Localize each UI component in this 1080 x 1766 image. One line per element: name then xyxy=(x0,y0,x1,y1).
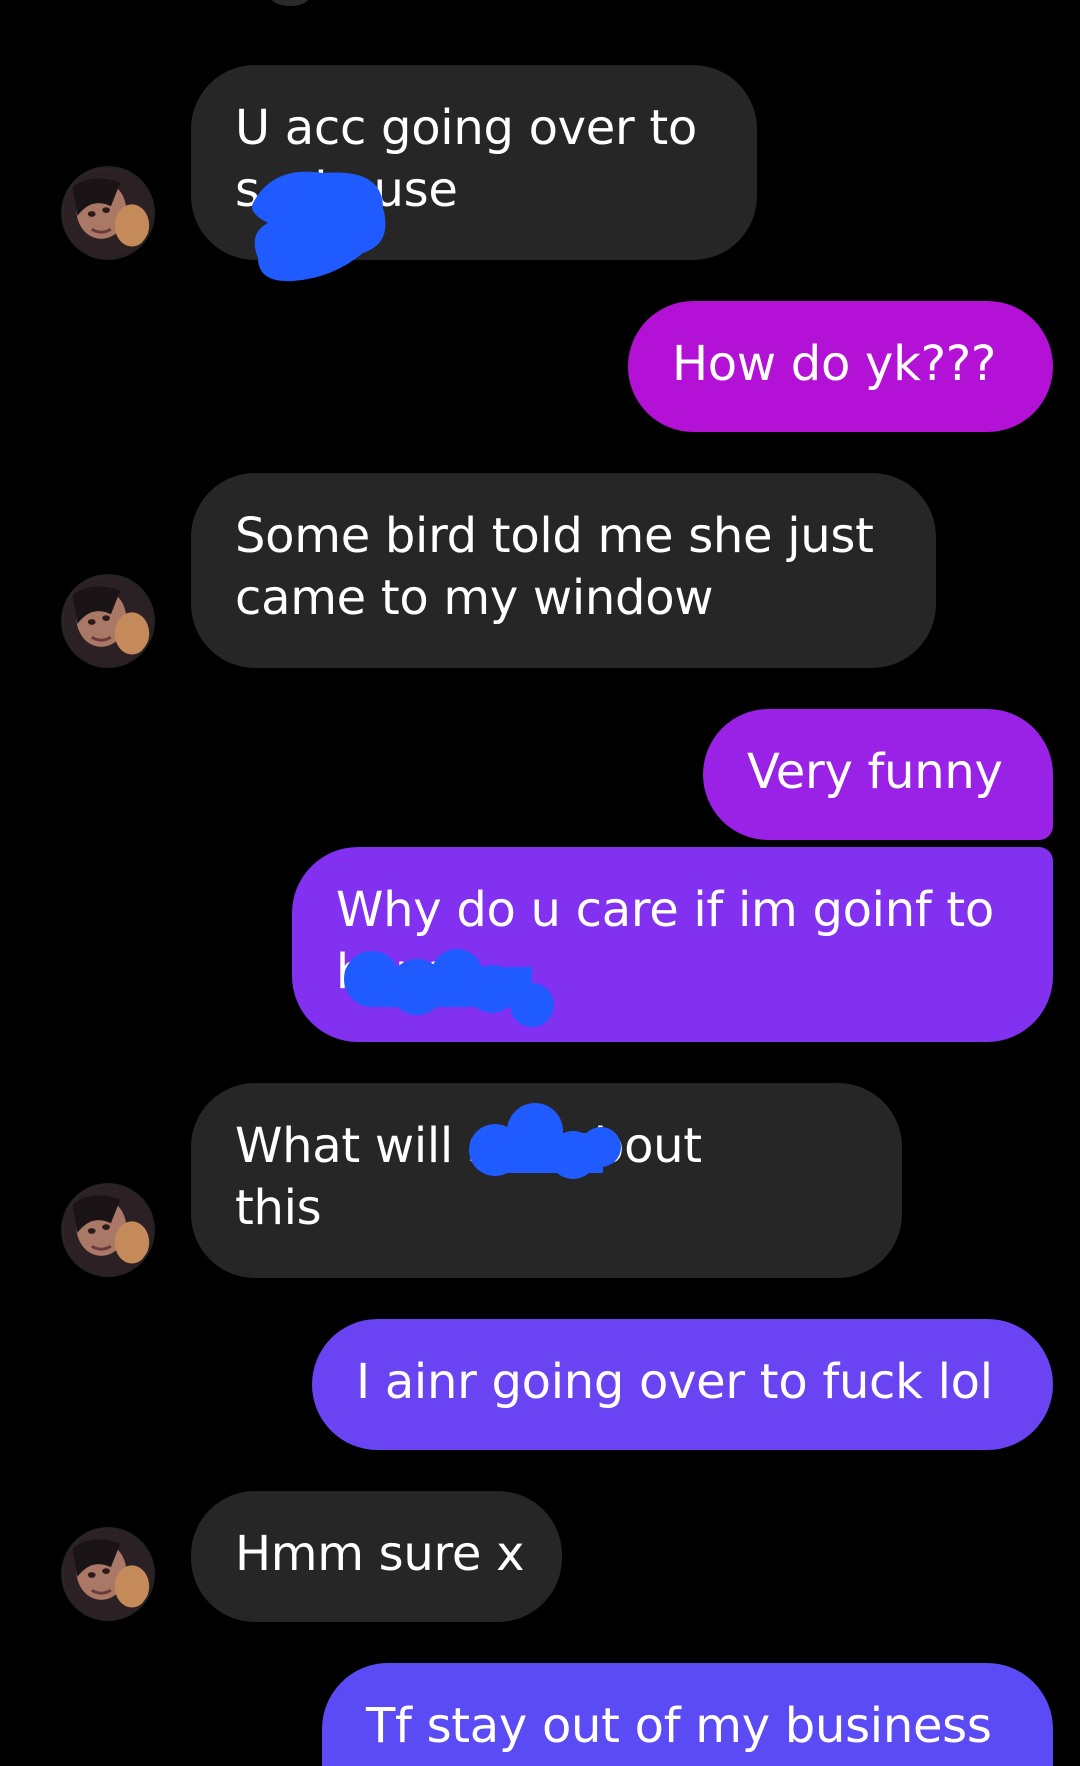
avatar-photo-icon xyxy=(63,576,153,666)
contact-avatar[interactable] xyxy=(61,574,155,668)
message-text-line: Hmm sure x xyxy=(235,1526,525,1582)
contact-avatar[interactable] xyxy=(61,166,155,260)
message-text-line: U acc going over to xyxy=(235,100,697,156)
message-text-line: Tf stay out of my business xyxy=(366,1698,992,1754)
redaction-scribble xyxy=(469,1103,621,1179)
message-bubble-incoming[interactable]: Hmm sure x xyxy=(191,1491,562,1622)
avatar-photo-icon xyxy=(63,168,153,258)
message-bubble-outgoing[interactable]: Tf stay out of my business xyxy=(322,1663,1053,1766)
message-bubble-incoming[interactable]: Some bird told me she just came to my wi… xyxy=(191,473,936,668)
message-text-line: How do yk??? xyxy=(672,336,997,392)
message-text-line: Very funny xyxy=(747,744,1003,800)
thread-top-edge xyxy=(270,0,310,6)
message-text-line: I ainr going over to fuck lol xyxy=(356,1354,993,1410)
redaction-scribble xyxy=(252,171,386,282)
message-text-line: this xyxy=(235,1180,322,1236)
contact-avatar[interactable] xyxy=(61,1527,155,1621)
message-bubble-outgoing[interactable]: Very funny xyxy=(703,709,1053,840)
message-bubble-outgoing[interactable]: How do yk??? xyxy=(628,301,1053,432)
redaction-scribble xyxy=(344,949,554,1027)
message-text-line: came to my window xyxy=(235,570,714,626)
message-bubble-incoming[interactable]: What will say about this xyxy=(191,1083,902,1278)
message-bubble-outgoing[interactable]: Why do u care if im goinf to house xyxy=(292,847,1053,1042)
message-bubble-incoming[interactable]: U acc going over to s s house xyxy=(191,65,757,282)
avatar-photo-icon xyxy=(63,1185,153,1275)
message-bubble-outgoing[interactable]: I ainr going over to fuck lol xyxy=(312,1319,1053,1450)
avatar-photo-icon xyxy=(63,1529,153,1619)
message-thread: U acc going over to s s house How do yk?… xyxy=(0,0,1080,1766)
message-text-line: Why do u care if im goinf to xyxy=(336,882,994,938)
message-text-line: Some bird told me she just xyxy=(235,508,874,564)
contact-avatar[interactable] xyxy=(61,1183,155,1277)
